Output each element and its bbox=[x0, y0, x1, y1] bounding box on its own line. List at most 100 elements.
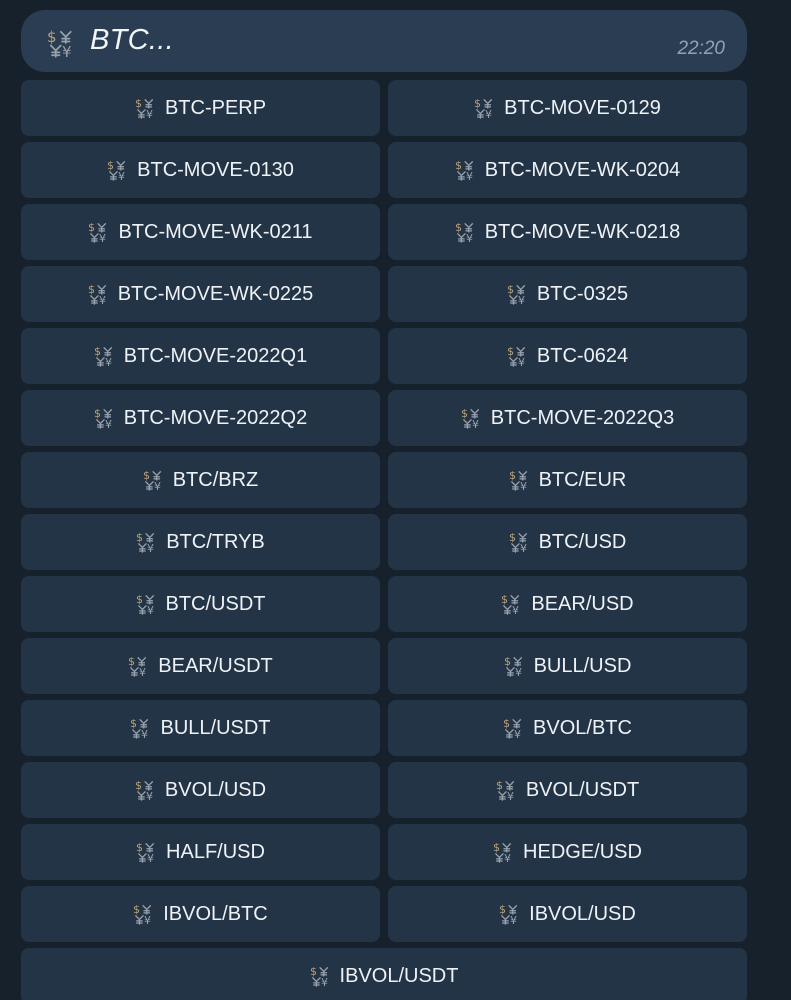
keyboard-button[interactable]: $ ¥ BTC-PERP bbox=[21, 80, 380, 136]
keyboard-button-label: IBVOL/BTC bbox=[163, 902, 268, 925]
keyboard-button[interactable]: $ ¥ BTC-0325 bbox=[388, 266, 747, 322]
svg-text:¥: ¥ bbox=[99, 294, 106, 305]
svg-text:¥: ¥ bbox=[466, 232, 473, 243]
keyboard-button-label: BULL/USDT bbox=[160, 716, 271, 739]
keyboard-button-label: BTC-PERP bbox=[164, 96, 267, 119]
keyboard-button[interactable]: $ ¥ BTC/EUR bbox=[388, 452, 747, 508]
currency-exchange-icon: $ ¥ bbox=[507, 345, 529, 367]
keyboard-row: $ ¥ BTC-MOVE-WK-0211 $ ¥ BTC-MOVE-WK-0218 bbox=[21, 204, 747, 260]
message-bubble[interactable]: $ ¥ BTC... 22:20 bbox=[21, 10, 747, 72]
currency-exchange-icon: $ ¥ bbox=[474, 97, 496, 119]
keyboard-row: $ ¥ BTC/USDT $ ¥ BEAR/USD bbox=[21, 576, 747, 632]
keyboard-row: $ ¥ BTC/TRYB $ ¥ BTC/USD bbox=[21, 514, 747, 570]
svg-text:¥: ¥ bbox=[518, 356, 525, 367]
keyboard-button[interactable]: $ ¥ BTC/TRYB bbox=[21, 514, 380, 570]
keyboard-button-label: BVOL/USD bbox=[164, 778, 267, 801]
svg-text:¥: ¥ bbox=[520, 542, 527, 553]
keyboard-button-label: BTC/USD bbox=[538, 530, 627, 553]
keyboard-button-label: BTC-MOVE-2022Q2 bbox=[123, 406, 308, 429]
keyboard-button[interactable]: $ ¥ BTC-MOVE-0130 bbox=[21, 142, 380, 198]
keyboard-button[interactable]: $ ¥ BTC-MOVE-2022Q1 bbox=[21, 328, 380, 384]
svg-text:$: $ bbox=[501, 593, 508, 606]
currency-exchange-icon: $ ¥ bbox=[504, 655, 526, 677]
keyboard-button-label: BTC/USDT bbox=[165, 592, 266, 615]
svg-text:¥: ¥ bbox=[105, 356, 112, 367]
inline-keyboard: $ ¥ BTC-PERP $ ¥ BTC-MOVE-0129 $ ¥ BTC-MOVE-0130… bbox=[21, 80, 747, 1000]
keyboard-button-label: IBVOL/USD bbox=[529, 902, 636, 925]
svg-text:$: $ bbox=[133, 903, 140, 916]
svg-text:¥: ¥ bbox=[146, 790, 153, 801]
keyboard-row: $ ¥ BTC-PERP $ ¥ BTC-MOVE-0129 bbox=[21, 80, 747, 136]
svg-text:$: $ bbox=[135, 779, 142, 792]
keyboard-button[interactable]: $ ¥ HALF/USD bbox=[21, 824, 380, 880]
svg-text:¥: ¥ bbox=[141, 728, 148, 739]
keyboard-button[interactable]: $ ¥ BTC/USDT bbox=[21, 576, 380, 632]
keyboard-button[interactable]: $ ¥ HEDGE/USD bbox=[388, 824, 747, 880]
keyboard-button[interactable]: $ ¥ IBVOL/BTC bbox=[21, 886, 380, 942]
svg-text:¥: ¥ bbox=[144, 914, 151, 925]
keyboard-button[interactable]: $ ¥ BULL/USD bbox=[388, 638, 747, 694]
keyboard-button-label: BULL/USD bbox=[533, 654, 632, 677]
svg-text:$: $ bbox=[499, 903, 506, 916]
keyboard-button[interactable]: $ ¥ BEAR/USD bbox=[388, 576, 747, 632]
svg-text:¥: ¥ bbox=[515, 666, 522, 677]
message-text: BTC... bbox=[90, 24, 174, 56]
keyboard-button[interactable]: $ ¥ IBVOL/USD bbox=[388, 886, 747, 942]
svg-text:$: $ bbox=[47, 28, 57, 46]
keyboard-button[interactable]: $ ¥ BTC-MOVE-2022Q3 bbox=[388, 390, 747, 446]
svg-text:$: $ bbox=[88, 221, 95, 234]
svg-text:$: $ bbox=[504, 655, 511, 668]
svg-text:$: $ bbox=[310, 965, 317, 978]
svg-text:$: $ bbox=[509, 531, 516, 544]
svg-text:¥: ¥ bbox=[62, 43, 72, 58]
keyboard-button[interactable]: $ ¥ BTC-MOVE-WK-0204 bbox=[388, 142, 747, 198]
svg-text:$: $ bbox=[136, 841, 143, 854]
currency-exchange-icon: $ ¥ bbox=[455, 221, 477, 243]
svg-text:$: $ bbox=[507, 345, 514, 358]
keyboard-button[interactable]: $ ¥ BTC-MOVE-2022Q2 bbox=[21, 390, 380, 446]
keyboard-row: $ ¥ HALF/USD $ ¥ HEDGE/USD bbox=[21, 824, 747, 880]
svg-text:¥: ¥ bbox=[147, 852, 154, 863]
keyboard-row: $ ¥ BVOL/USD $ ¥ BVOL/USDT bbox=[21, 762, 747, 818]
svg-text:¥: ¥ bbox=[518, 294, 525, 305]
keyboard-button-label: IBVOL/USDT bbox=[339, 964, 459, 987]
keyboard-button[interactable]: $ ¥ BTC-MOVE-WK-0211 bbox=[21, 204, 380, 260]
keyboard-button[interactable]: $ ¥ BVOL/BTC bbox=[388, 700, 747, 756]
keyboard-button-label: BEAR/USD bbox=[531, 592, 634, 615]
keyboard-row: $ ¥ BTC-MOVE-0130 $ ¥ BTC-MOVE-WK-0204 bbox=[21, 142, 747, 198]
keyboard-button[interactable]: $ ¥ BTC-MOVE-WK-0225 bbox=[21, 266, 380, 322]
svg-text:$: $ bbox=[136, 593, 143, 606]
keyboard-button-label: BTC-MOVE-0130 bbox=[137, 158, 294, 181]
keyboard-button-label: BTC/EUR bbox=[538, 468, 627, 491]
currency-exchange-icon: $ ¥ bbox=[503, 717, 525, 739]
svg-text:$: $ bbox=[503, 717, 510, 730]
keyboard-button[interactable]: $ ¥ IBVOL/USDT bbox=[21, 948, 747, 1000]
svg-text:$: $ bbox=[94, 407, 101, 420]
svg-text:$: $ bbox=[496, 779, 503, 792]
svg-text:$: $ bbox=[455, 159, 462, 172]
keyboard-row: $ ¥ IBVOL/BTC $ ¥ IBVOL/USD bbox=[21, 886, 747, 942]
keyboard-button[interactable]: $ ¥ BTC/USD bbox=[388, 514, 747, 570]
keyboard-row: $ ¥ BTC-MOVE-2022Q2 $ ¥ BTC-MOVE-2022Q3 bbox=[21, 390, 747, 446]
keyboard-button[interactable]: $ ¥ BVOL/USDT bbox=[388, 762, 747, 818]
keyboard-button[interactable]: $ ¥ BTC-MOVE-0129 bbox=[388, 80, 747, 136]
currency-exchange-icon: $ ¥ bbox=[130, 717, 152, 739]
currency-exchange-icon: $ ¥ bbox=[501, 593, 523, 615]
svg-text:¥: ¥ bbox=[520, 480, 527, 491]
keyboard-button[interactable]: $ ¥ BTC/BRZ bbox=[21, 452, 380, 508]
keyboard-button-label: BVOL/USDT bbox=[525, 778, 640, 801]
keyboard-button[interactable]: $ ¥ BTC-MOVE-WK-0218 bbox=[388, 204, 747, 260]
keyboard-button-label: BTC-0624 bbox=[536, 344, 629, 367]
currency-exchange-icon: $ ¥ bbox=[128, 655, 150, 677]
keyboard-button[interactable]: $ ¥ BEAR/USDT bbox=[21, 638, 380, 694]
currency-exchange-icon: $ ¥ bbox=[509, 469, 531, 491]
keyboard-button[interactable]: $ ¥ BULL/USDT bbox=[21, 700, 380, 756]
keyboard-button-label: BTC-MOVE-2022Q1 bbox=[123, 344, 308, 367]
keyboard-button[interactable]: $ ¥ BVOL/USD bbox=[21, 762, 380, 818]
currency-exchange-icon: $ ¥ bbox=[455, 159, 477, 181]
currency-exchange-icon: $ ¥ bbox=[107, 159, 129, 181]
svg-text:¥: ¥ bbox=[321, 976, 328, 987]
keyboard-button[interactable]: $ ¥ BTC-0624 bbox=[388, 328, 747, 384]
keyboard-row: $ ¥ BTC/BRZ $ ¥ BTC/EUR bbox=[21, 452, 747, 508]
keyboard-button-label: BTC-MOVE-WK-0211 bbox=[118, 220, 313, 243]
